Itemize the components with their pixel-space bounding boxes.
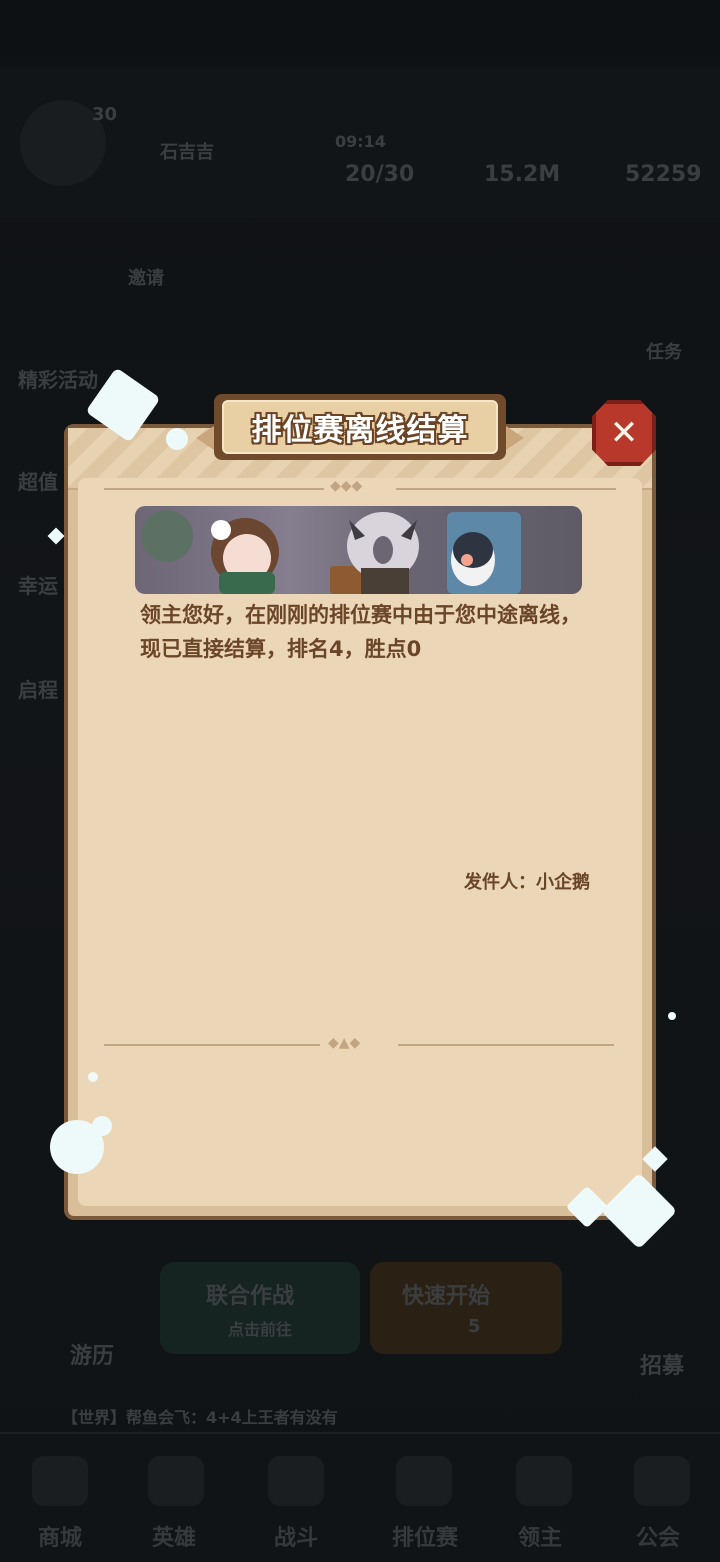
tab-guild: 公会 (636, 1526, 681, 1551)
top-divider-right (396, 488, 616, 490)
player-name: 石吉吉 (160, 142, 214, 163)
quick-start-label: 快速开始 (402, 1284, 491, 1309)
shop-icon (32, 1456, 88, 1506)
joint-battle-sub: 点击前往 (228, 1320, 293, 1339)
bottom-tab-bar (0, 1432, 720, 1562)
tasks-label: 任务 (646, 342, 682, 363)
tab-ranked: 排位赛 (392, 1526, 459, 1551)
snow-dot-small (92, 1116, 112, 1136)
bottom-divider-ornament: ◆▲◆ (328, 1035, 361, 1051)
quick-start-cost: 5 (468, 1316, 481, 1337)
lord-icon (516, 1456, 572, 1506)
joint-battle-label: 联合作战 (206, 1284, 295, 1309)
close-button[interactable]: ✕ (592, 400, 656, 466)
invite-label: 邀请 (128, 268, 164, 289)
tab-shop: 商城 (38, 1526, 83, 1551)
title-plate: 排位赛离线结算 (222, 400, 498, 454)
events-label: 精彩活动 (18, 368, 98, 392)
journey-label: 启程 (18, 678, 58, 702)
hero-icon (148, 1456, 204, 1506)
lucky-label: 幸运 (18, 574, 58, 598)
bottom-divider-right (398, 1044, 614, 1046)
guild-icon (634, 1456, 690, 1506)
world-chat: 【世界】帮鱼会飞：4+4上王者有没有 (62, 1408, 338, 1427)
snow-speck (88, 1072, 98, 1082)
mail-illustration (135, 506, 582, 594)
top-divider-left (104, 488, 324, 490)
tab-hero: 英雄 (152, 1526, 197, 1551)
bottom-divider-left (104, 1044, 320, 1046)
mail-sender: 发件人：小企鹅 (464, 872, 590, 893)
mail-message: 领主您好，在刚刚的排位赛中由于您中途离线，现已直接结算，排名4，胜点0 (140, 603, 581, 661)
travel-label: 游历 (70, 1344, 115, 1369)
top-divider-ornament: ◆◆◆ (330, 478, 363, 494)
timer: 09:14 (335, 132, 386, 151)
player-level: 30 (92, 104, 118, 125)
value-label: 超值 (18, 470, 58, 494)
snow-dot (166, 428, 188, 450)
gem-value: 52259 (625, 162, 702, 187)
battle-icon (268, 1456, 324, 1506)
ranked-icon (396, 1456, 452, 1506)
recruit-label: 招募 (640, 1354, 685, 1379)
stamina-value: 20/30 (345, 162, 415, 187)
snow-speck-right (668, 1012, 676, 1020)
tab-battle: 战斗 (274, 1526, 319, 1551)
tab-lord: 领主 (518, 1526, 563, 1551)
close-icon: ✕ (609, 413, 639, 453)
gold-value: 15.2M (484, 162, 561, 187)
illustration-characters (141, 510, 521, 594)
dialog-title: 排位赛离线结算 (251, 413, 469, 448)
